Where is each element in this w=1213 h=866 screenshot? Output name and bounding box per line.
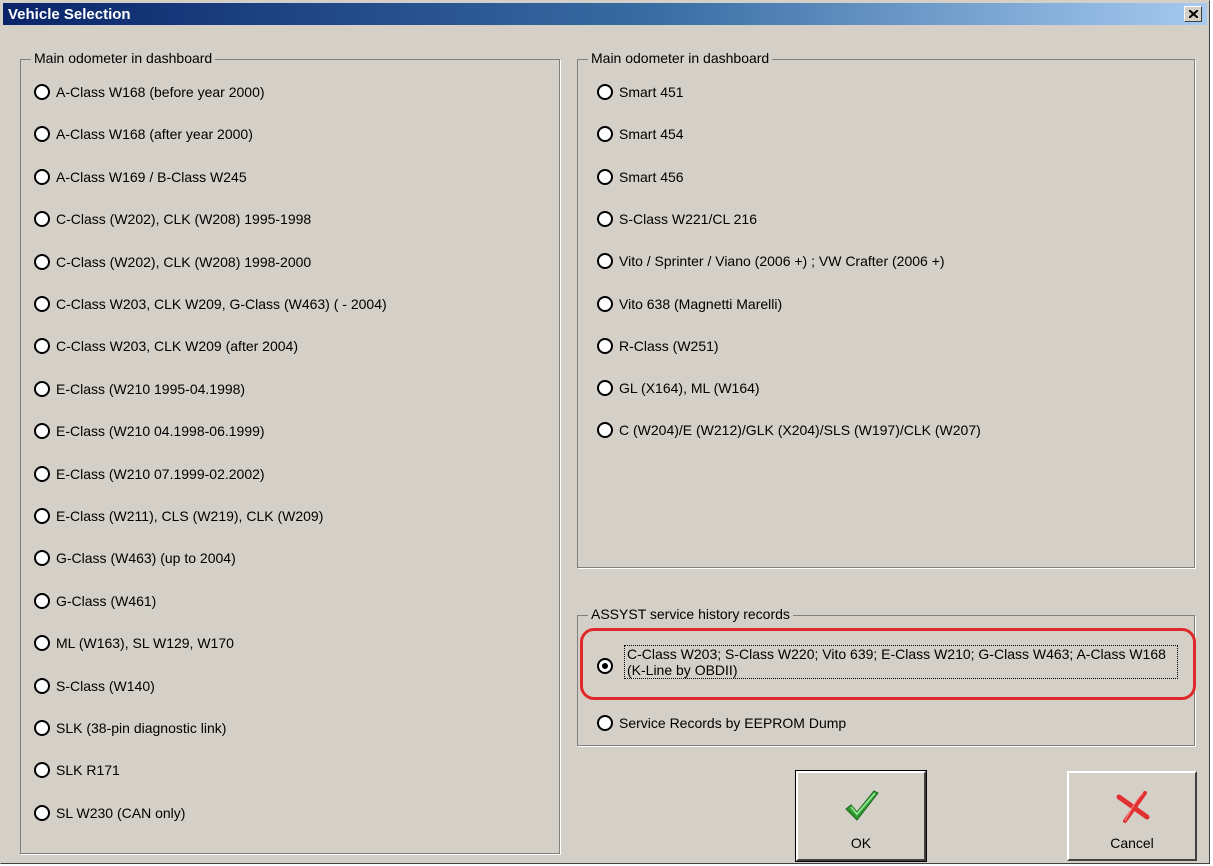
assyst-option-kline-label: C-Class W203; S-Class W220; Vito 639; E-…	[624, 645, 1178, 679]
ok-button[interactable]: OK	[795, 770, 927, 862]
radio-button[interactable]	[34, 804, 50, 821]
radio-button[interactable]	[597, 295, 613, 312]
left-group-option-label: A-Class W169 / B-Class W245	[56, 168, 247, 185]
left-group-option-label: ML (W163), SL W129, W170	[56, 635, 234, 652]
title-bar[interactable]: Vehicle Selection	[3, 3, 1207, 25]
left-group-option-label: SL W230 (CAN only)	[56, 804, 186, 821]
right-group-option-label: Smart 456	[619, 168, 684, 185]
left-group-option-label: SLK (38-pin diagnostic link)	[56, 720, 227, 736]
radio-button[interactable]	[34, 720, 50, 736]
radio-button[interactable]	[597, 337, 613, 354]
left-group-option-label: E-Class (W211), CLS (W219), CLK (W209)	[56, 508, 324, 524]
left-group-option-label: C-Class W203, CLK W209, G-Class (W463) (…	[56, 296, 387, 312]
left-group-option-label: G-Class (W463) (up to 2004)	[56, 550, 236, 567]
radio-button[interactable]	[34, 296, 50, 312]
radio-button[interactable]	[597, 715, 613, 731]
right-group-label: Main odometer in dashboard	[588, 50, 773, 66]
left-group-option-label: C-Class (W202), CLK (W208) 1998-2000	[56, 253, 312, 270]
left-group-option-label: E-Class (W210 07.1999-02.2002)	[56, 465, 265, 482]
left-group-option-label: A-Class W168 (after year 2000)	[56, 126, 253, 143]
left-group-option-label: E-Class (W210 04.1998-06.1999)	[56, 423, 265, 440]
left-group-label: Main odometer in dashboard	[31, 50, 216, 66]
radio-button[interactable]	[34, 253, 50, 270]
right-group-option-label: GL (X164), ML (W164)	[619, 380, 760, 397]
ok-button-label: OK	[850, 835, 872, 851]
right-group-option-label: Vito / Sprinter / Viano (2006 +) ; VW Cr…	[619, 253, 945, 270]
radio-button[interactable]	[34, 508, 50, 524]
cancel-button[interactable]: Cancel	[1067, 771, 1197, 861]
left-group-option-label: S-Class (W140)	[56, 677, 155, 694]
radio-button[interactable]	[34, 465, 50, 482]
checkmark-icon	[845, 790, 879, 821]
radio-button[interactable]	[597, 168, 613, 185]
close-icon	[1189, 10, 1198, 18]
assyst-group-label: ASSYST service history records	[588, 606, 793, 622]
left-group-option-label: SLK R171	[56, 762, 120, 779]
x-cross-icon	[1116, 791, 1150, 823]
assyst-option-eeprom-label: Service Records by EEPROM Dump	[619, 715, 847, 731]
right-group-option-label: Smart 451	[619, 84, 684, 100]
radio-button[interactable]	[597, 84, 613, 100]
radio-button[interactable]	[34, 84, 50, 100]
cancel-button-label: Cancel	[1110, 835, 1154, 851]
left-group-option-label: C-Class (W202), CLK (W208) 1995-1998	[56, 211, 312, 228]
right-group-option-label: R-Class (W251)	[619, 337, 719, 354]
radio-button[interactable]	[34, 380, 50, 397]
close-button[interactable]	[1184, 6, 1202, 22]
right-group-option-label: Vito 638 (Magnetti Marelli)	[619, 295, 783, 312]
radio-button[interactable]	[34, 168, 50, 185]
right-group-option-label: S-Class W221/CL 216	[619, 210, 757, 227]
right-group-option-label: Smart 454	[619, 126, 684, 143]
radio-button[interactable]	[597, 210, 613, 227]
right-group-option-label: C (W204)/E (W212)/GLK (X204)/SLS (W197)/…	[619, 422, 981, 439]
left-group-option-label: G-Class (W461)	[56, 592, 157, 609]
left-group-option-label: E-Class (W210 1995-04.1998)	[56, 380, 246, 397]
left-group-option-label: A-Class W168 (before year 2000)	[56, 84, 265, 100]
left-group-option-label: C-Class W203, CLK W209 (after 2004)	[56, 338, 298, 355]
radio-button[interactable]	[597, 380, 613, 397]
radio-button[interactable]	[34, 677, 50, 694]
window-title: Vehicle Selection	[8, 6, 131, 23]
radio-button[interactable]	[34, 592, 50, 609]
radio-button[interactable]	[597, 658, 613, 674]
